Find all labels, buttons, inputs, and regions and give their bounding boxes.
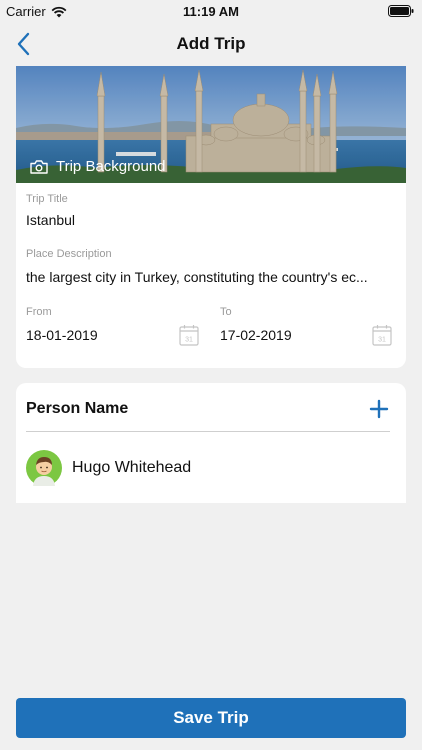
avatar bbox=[26, 450, 62, 486]
to-date-field[interactable]: 17-02-2019 bbox=[220, 327, 370, 343]
nav-bar: Add Trip bbox=[0, 22, 422, 66]
divider bbox=[26, 431, 390, 432]
trip-background-label: Trip Background bbox=[56, 158, 166, 175]
trip-background-button[interactable]: Trip Background bbox=[30, 158, 166, 175]
person-name-heading: Person Name bbox=[26, 400, 129, 417]
place-description-label: Place Description bbox=[26, 248, 112, 260]
status-bar: Carrier 11:19 AM bbox=[0, 0, 422, 22]
plus-icon[interactable] bbox=[368, 398, 390, 420]
person-name-text[interactable]: Hugo Whitehead bbox=[72, 459, 191, 477]
place-description-field[interactable]: the largest city in Turkey, constituting… bbox=[26, 269, 398, 285]
calendar-day-text: 31 bbox=[378, 337, 386, 344]
page-title: Add Trip bbox=[176, 34, 246, 53]
status-time: 11:19 AM bbox=[183, 4, 239, 19]
battery-icon bbox=[388, 5, 414, 17]
trip-background-image[interactable]: Trip Background bbox=[16, 66, 406, 183]
trip-card: Trip Background Trip Title Istanbul Plac… bbox=[16, 66, 406, 368]
save-trip-button[interactable]: Save Trip bbox=[16, 698, 406, 738]
from-label: From bbox=[26, 306, 52, 318]
to-label: To bbox=[220, 306, 232, 318]
calendar-day-text: 31 bbox=[185, 337, 193, 344]
trip-title-field[interactable]: Istanbul bbox=[26, 212, 396, 228]
person-card: Person Name Hugo Whitehead bbox=[16, 383, 406, 503]
calendar-icon[interactable]: 31 bbox=[372, 324, 392, 346]
calendar-icon[interactable]: 31 bbox=[179, 324, 199, 346]
camera-icon bbox=[30, 159, 48, 174]
trip-title-label: Trip Title bbox=[26, 193, 68, 205]
from-date-field[interactable]: 18-01-2019 bbox=[26, 327, 176, 343]
